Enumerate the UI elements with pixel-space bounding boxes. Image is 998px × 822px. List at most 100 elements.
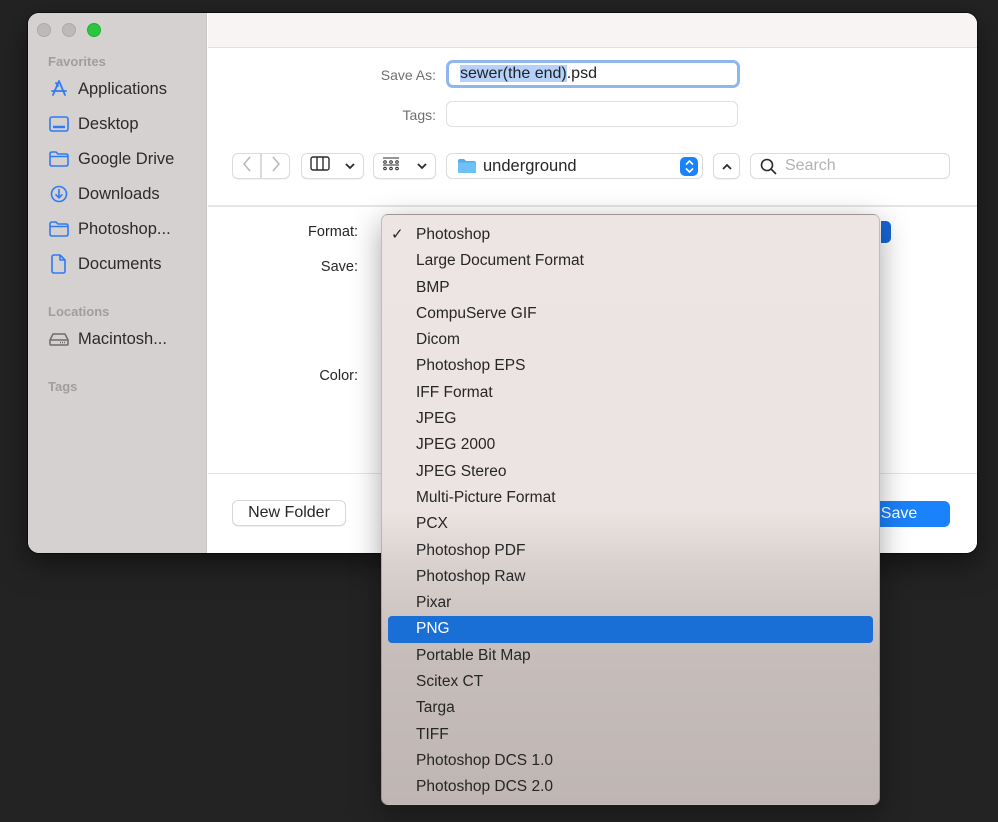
folder-icon (48, 149, 70, 169)
parent-folder-button[interactable] (713, 153, 740, 179)
search-icon (760, 158, 777, 175)
chevron-up-icon (721, 157, 732, 175)
forward-button[interactable] (261, 153, 290, 179)
menu-item-label: Photoshop EPS (416, 357, 526, 375)
menu-item-label: JPEG Stereo (416, 462, 507, 480)
desktop-icon (48, 114, 70, 134)
menu-item-label: Photoshop DCS 2.0 (416, 778, 554, 796)
hard-drive-icon (48, 329, 70, 349)
save-as-selected-text: sewer(the end) (460, 65, 567, 82)
sidebar-item-label: Google Drive (78, 149, 175, 168)
sidebar-item-documents[interactable]: Documents (48, 251, 161, 277)
format-dropdown-menu: ✓ Photoshop Large Document Format BMP CompuS… (381, 214, 880, 805)
menu-item-label: Large Document Format (416, 252, 584, 270)
menu-item-label: Dicom (416, 331, 460, 349)
sidebar: Favorites Applications Desktop Google Dr… (28, 13, 207, 553)
menu-item-portable-bit-map[interactable]: Portable Bit Map (388, 643, 873, 669)
folder-icon (48, 219, 70, 239)
menu-item-label: JPEG 2000 (416, 436, 496, 454)
menu-item-photoshop-eps[interactable]: Photoshop EPS (388, 353, 873, 379)
back-button[interactable] (232, 153, 261, 179)
location-label: underground (483, 156, 577, 175)
menu-item-label: Portable Bit Map (416, 646, 531, 664)
menu-item-jpeg-2000[interactable]: JPEG 2000 (388, 432, 873, 458)
downloads-icon (48, 184, 70, 204)
menu-item-label: PCX (416, 515, 448, 533)
location-popup[interactable]: underground (446, 153, 703, 179)
menu-item-photoshop-dcs-2-0[interactable]: Photoshop DCS 2.0 (388, 774, 873, 800)
save-as-label: Save As: (380, 67, 436, 83)
menu-item-pcx[interactable]: PCX (388, 511, 873, 537)
sidebar-item-label: Photoshop... (78, 219, 171, 238)
menu-item-label: Photoshop (416, 226, 491, 243)
zoom-button[interactable] (87, 23, 101, 37)
locations-heading: Locations (48, 304, 110, 319)
column-view-icon (310, 156, 330, 176)
menu-item-multi-picture-format[interactable]: Multi-Picture Format (388, 485, 873, 511)
color-label: Color: (319, 368, 358, 384)
menu-item-photoshop[interactable]: ✓ Photoshop (388, 222, 873, 248)
menu-item-scitex-ct[interactable]: Scitex CT (388, 669, 873, 695)
menu-item-label: Photoshop PDF (416, 541, 526, 559)
menu-item-targa[interactable]: Targa (388, 695, 873, 721)
menu-item-label: IFF Format (416, 383, 493, 401)
favorites-heading: Favorites (48, 54, 106, 69)
menu-item-label: Photoshop Raw (416, 567, 526, 585)
menu-item-label: BMP (416, 278, 450, 296)
menu-item-label: PNG (416, 620, 450, 638)
sidebar-item-downloads[interactable]: Downloads (48, 181, 160, 207)
close-button[interactable] (37, 23, 51, 37)
menu-item-tiff[interactable]: TIFF (388, 722, 873, 748)
menu-item-label: Multi-Picture Format (416, 488, 556, 506)
save-as-extension: .psd (566, 65, 597, 82)
sidebar-item-google-drive[interactable]: Google Drive (48, 146, 174, 172)
format-popup[interactable] (881, 221, 891, 243)
sidebar-item-photoshop[interactable]: Photoshop... (48, 216, 171, 242)
menu-item-label: Pixar (416, 594, 452, 612)
menu-item-png[interactable]: PNG (388, 616, 873, 643)
document-icon (48, 254, 70, 274)
tags-heading: Tags (48, 379, 78, 394)
sidebar-item-label: Desktop (78, 114, 139, 133)
sidebar-item-desktop[interactable]: Desktop (48, 111, 139, 137)
menu-item-iff-format[interactable]: IFF Format (388, 380, 873, 406)
menu-item-dicom[interactable]: Dicom (388, 327, 873, 353)
tags-input[interactable] (446, 101, 738, 127)
sidebar-item-label: Documents (78, 254, 162, 273)
group-mode-button[interactable] (373, 153, 436, 179)
menu-item-pixar[interactable]: Pixar (388, 590, 873, 616)
sidebar-item-label: Macintosh... (78, 329, 167, 348)
divider (208, 205, 977, 207)
save-options-label: Save: (320, 259, 358, 275)
view-mode-button[interactable] (301, 153, 364, 179)
applications-icon (48, 79, 70, 99)
search-field[interactable]: Search (750, 153, 950, 179)
menu-item-label: Photoshop DCS 1.0 (416, 751, 554, 769)
new-folder-button[interactable]: New Folder (232, 500, 346, 526)
minimize-button[interactable] (62, 23, 76, 37)
up-down-stepper-icon (680, 157, 698, 176)
menu-item-bmp[interactable]: BMP (388, 275, 873, 301)
chevron-down-icon (417, 157, 427, 175)
menu-item-photoshop-raw[interactable]: Photoshop Raw (388, 564, 873, 590)
chevron-right-icon (271, 156, 281, 177)
sidebar-item-label: Downloads (78, 184, 160, 203)
menu-item-large-document-format[interactable]: Large Document Format (388, 248, 873, 274)
menu-item-label: JPEG (416, 410, 457, 428)
title-bar (208, 13, 977, 48)
chevron-down-icon (345, 157, 355, 175)
save-as-input[interactable]: sewer(the end).psd (446, 60, 740, 88)
menu-item-photoshop-pdf[interactable]: Photoshop PDF (388, 538, 873, 564)
menu-item-jpeg-stereo[interactable]: JPEG Stereo (388, 459, 873, 485)
tags-label: Tags: (402, 107, 436, 123)
folder-icon (457, 158, 477, 174)
sidebar-item-applications[interactable]: Applications (48, 76, 167, 102)
menu-item-label: TIFF (416, 725, 449, 743)
checkmark-icon: ✓ (391, 226, 404, 243)
traffic-lights (37, 23, 101, 37)
chevron-left-icon (242, 156, 252, 177)
menu-item-compuserve-gif[interactable]: CompuServe GIF (388, 301, 873, 327)
sidebar-item-macintosh-hd[interactable]: Macintosh... (48, 326, 167, 352)
menu-item-photoshop-dcs-1-0[interactable]: Photoshop DCS 1.0 (388, 748, 873, 774)
menu-item-jpeg[interactable]: JPEG (388, 406, 873, 432)
